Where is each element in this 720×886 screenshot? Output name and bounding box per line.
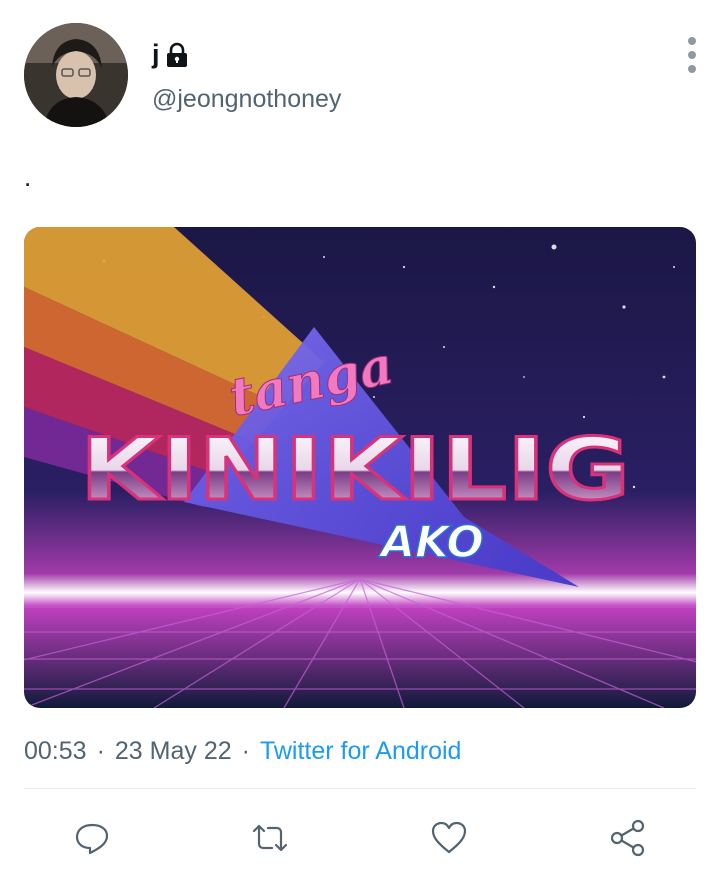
retweet-button[interactable] bbox=[242, 810, 298, 866]
share-button[interactable] bbox=[600, 810, 656, 866]
more-dot bbox=[688, 37, 696, 45]
media-text-ako: AKO bbox=[378, 517, 484, 568]
meta-separator: · bbox=[96, 737, 105, 765]
reply-button[interactable] bbox=[64, 810, 120, 866]
user-handle[interactable]: @jeongnothoney bbox=[152, 85, 341, 114]
lock-icon bbox=[166, 42, 187, 67]
share-icon bbox=[610, 819, 645, 857]
retweet-icon bbox=[252, 824, 288, 852]
avatar-image bbox=[24, 23, 128, 127]
tweet-header: j @jeongnothoney bbox=[24, 23, 704, 129]
like-button[interactable] bbox=[421, 810, 477, 866]
media-image: tanga KINIKILIG AKO bbox=[24, 227, 696, 708]
meta-separator: · bbox=[241, 737, 250, 765]
heart-icon bbox=[431, 821, 467, 854]
more-options-icon[interactable] bbox=[680, 37, 704, 73]
action-bar bbox=[24, 810, 696, 866]
tweet-source-link[interactable]: Twitter for Android bbox=[260, 737, 461, 766]
reply-icon bbox=[75, 823, 109, 855]
media-text-kinikilig: KINIKILIG bbox=[80, 420, 630, 520]
name-row: j bbox=[152, 39, 188, 70]
more-dot bbox=[688, 51, 696, 59]
more-dot bbox=[688, 65, 696, 73]
display-name[interactable]: j bbox=[152, 39, 160, 70]
divider bbox=[24, 788, 696, 789]
tweet-date[interactable]: 23 May 22 bbox=[115, 737, 232, 766]
avatar[interactable] bbox=[24, 23, 128, 127]
tweet-time[interactable]: 00:53 bbox=[24, 737, 87, 766]
tweet-text: . bbox=[24, 162, 32, 192]
tweet-media[interactable]: tanga KINIKILIG AKO bbox=[24, 227, 696, 708]
tweet-meta: 00:53 · 23 May 22 · Twitter for Android bbox=[24, 737, 461, 766]
